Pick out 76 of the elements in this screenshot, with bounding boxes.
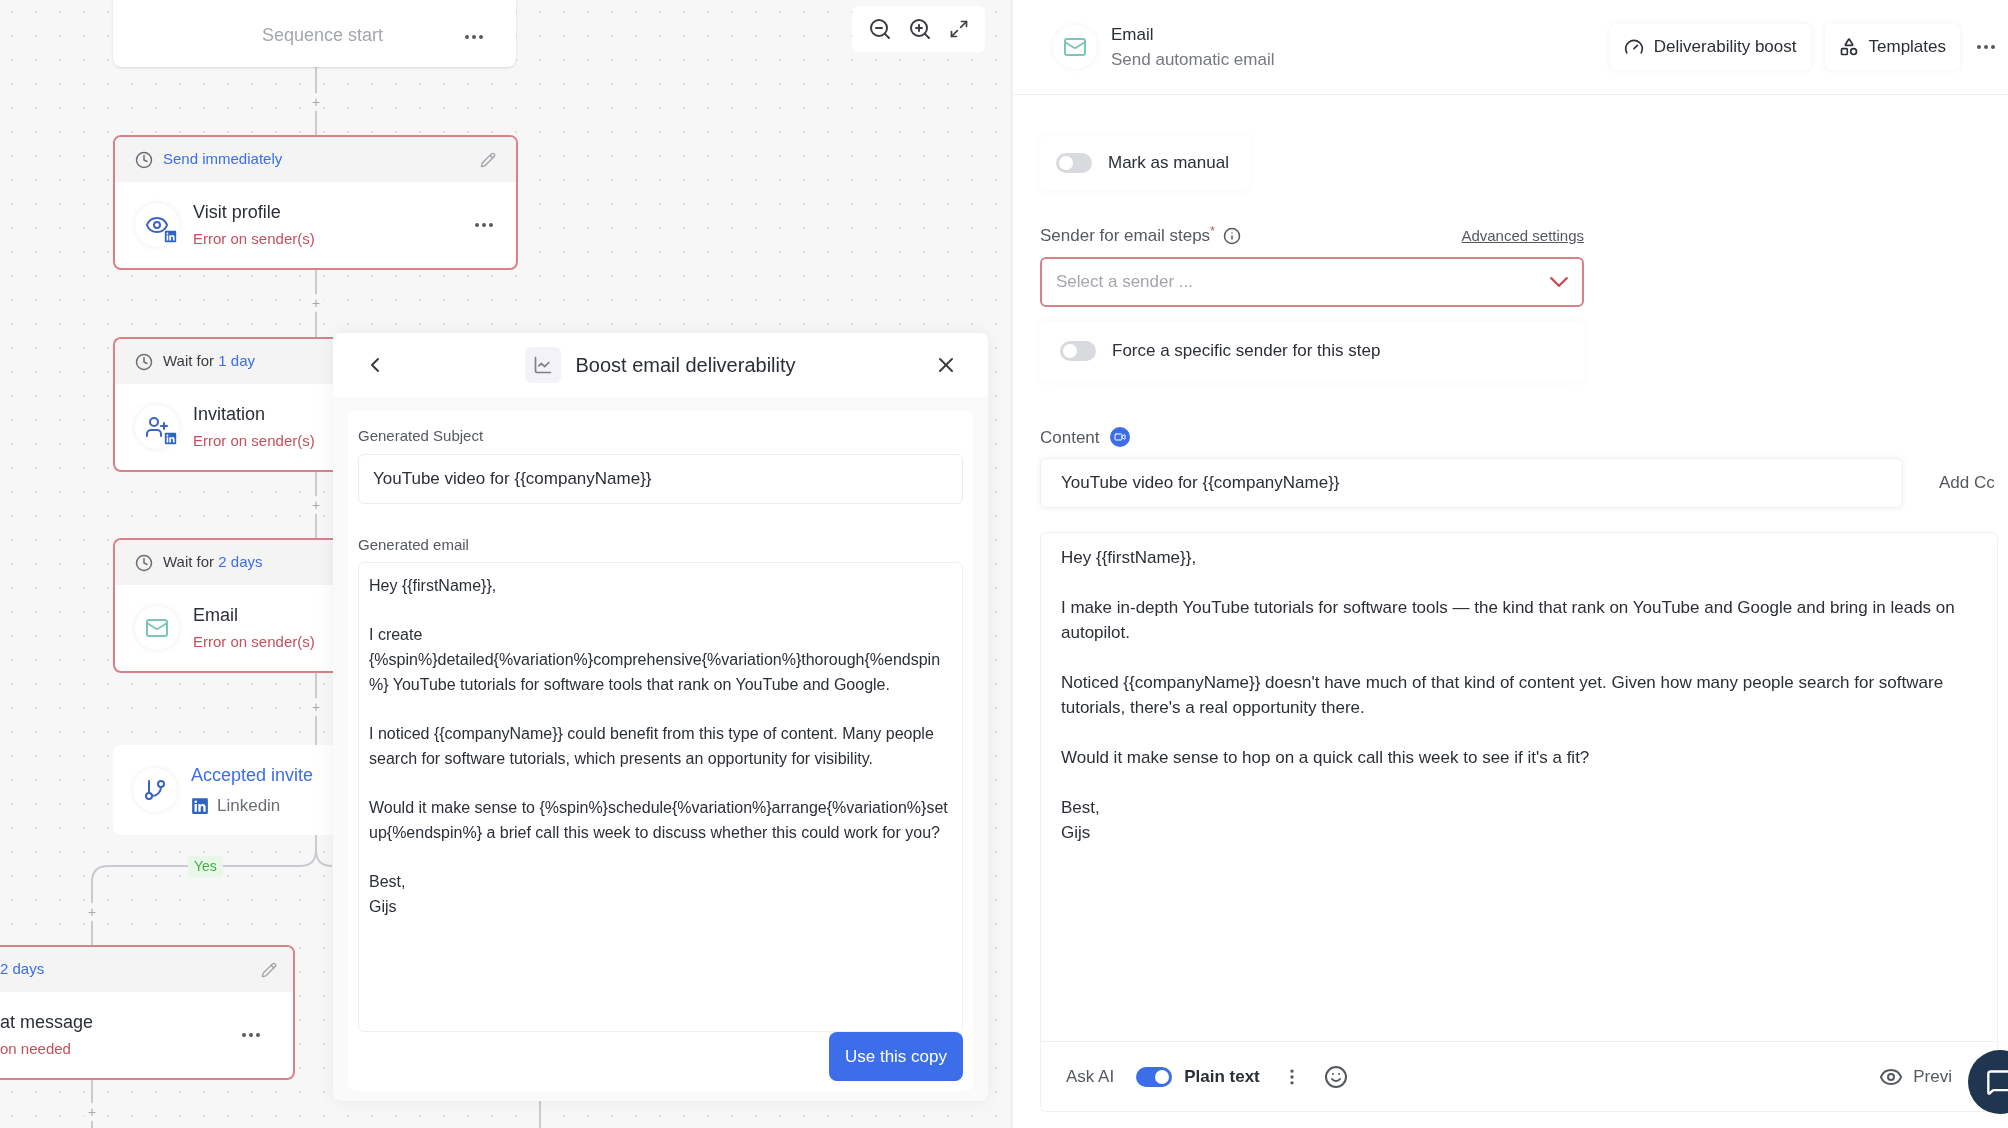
email-paragraph: I create {%spin%}detailed{%variation%}comprehensive{%variation%}thorough{%endspin%} YouTube tutorials for software tools that rank on YouTube and Google. (369, 625, 942, 695)
toggle-label: Mark as manual (1108, 152, 1229, 175)
dialog-title: Boost email deliverability (575, 353, 796, 378)
chart-icon (533, 355, 554, 375)
step-node[interactable]: Send immediately Visit profile Error on sender(s) (113, 135, 518, 270)
advanced-settings-link[interactable]: Advanced settings (1461, 224, 1584, 247)
channel-label: Linkedin (217, 794, 281, 817)
preview-button[interactable]: Previ (1879, 1063, 1952, 1090)
header-button[interactable]: Deliverability boost (1609, 24, 1811, 70)
step-title: Invitation (193, 403, 267, 427)
envelope-icon (1063, 35, 1087, 59)
zoom-out-icon[interactable] (868, 17, 893, 41)
clock-icon (135, 150, 153, 169)
step-title: at message (0, 1011, 95, 1035)
branch-icon (143, 778, 167, 802)
use-copy-button[interactable]: Use this copy (828, 1032, 963, 1081)
step-status: Error on sender(s) (193, 431, 315, 452)
branch-label: Yes (188, 856, 223, 877)
step-timing: Send immediately (163, 149, 284, 170)
step-timing: Wait for 2 days (163, 552, 264, 573)
toggle-switch[interactable] (1136, 1066, 1173, 1087)
linkedin-icon (164, 230, 177, 243)
email-paragraph: Would it make sense to hop on a quick call this week to see if it's a fit? (1061, 747, 1591, 769)
toggle-label: Force a specific sender for this step (1112, 339, 1381, 362)
email-paragraph: I make in-depth YouTube tutorials for software tools — the kind that rank on YouTube and Google and bring in leads on autopilot. (1061, 597, 1956, 644)
ask-ai-button[interactable]: Ask AI (1066, 1063, 1115, 1090)
toggle-switch[interactable] (1060, 340, 1096, 361)
clock-icon (135, 352, 153, 371)
step-title: Email (193, 604, 239, 628)
add-cc-button[interactable]: Add Cc (1939, 470, 1995, 496)
toggle-label: Plain text (1184, 1065, 1260, 1088)
field-label: Generated email (358, 534, 470, 555)
subject-field[interactable]: YouTube video for {{companyName}} (1040, 458, 1903, 508)
email-paragraph: Best, Gijs (1061, 797, 1101, 844)
chevron-down-icon (1550, 276, 1568, 287)
email-textarea[interactable] (358, 562, 963, 1032)
header-button[interactable]: Templates (1824, 24, 1960, 70)
email-paragraph: Hey {{firstName}}, (1061, 547, 1198, 569)
fit-screen-icon[interactable] (948, 19, 969, 39)
field-label: Content (1040, 426, 1100, 449)
panel-subtitle: Send automatic email (1111, 49, 1276, 71)
node-title: Sequence start (260, 24, 385, 47)
email-paragraph: Hey {{firstName}}, (369, 576, 498, 596)
toggle-switch[interactable] (1056, 153, 1092, 173)
email-paragraph: I noticed {{companyName}} could benefit from this type of content. Many people search for software tutorials, which presents an opportunity for visibility. (369, 724, 935, 769)
email-paragraph: Would it make sense to {%spin%}schedule{%variation%}arrange{%variation%}set up{%endspin%} a brief call this week to discuss whether this could work for you? (369, 798, 949, 843)
step-timing: Wait for 1 day (163, 351, 256, 372)
step-status: on needed (0, 1039, 72, 1060)
connector-line (539, 1099, 541, 1128)
email-paragraph: Noticed {{companyName}} doesn't have much of that kind of content yet. Given how many people search for software tutorials, there's a real opportunity there. (1061, 672, 1945, 719)
condition-node[interactable]: Accepted invite Linkedin (113, 745, 333, 835)
panel-title: Email (1111, 23, 1155, 46)
gauge-icon (1623, 37, 1644, 57)
step-title: Visit profile (193, 201, 282, 225)
field-label: Sender for email steps$^{*}$ (1040, 223, 1216, 247)
condition-title: Accepted invite (191, 763, 314, 787)
email-paragraph: Best, Gijs (369, 872, 407, 917)
clock-icon (135, 553, 153, 572)
field-label: Generated Subject (358, 426, 485, 446)
step-timing: 2 days (0, 959, 46, 980)
linkedin-icon (164, 432, 177, 445)
step-status: Error on sender(s) (193, 632, 315, 653)
video-icon[interactable] (1109, 427, 1130, 448)
step-status: Error on sender(s) (193, 229, 316, 250)
linkedin-icon (191, 796, 209, 815)
envelope-icon (145, 616, 169, 640)
shapes-icon (1838, 37, 1859, 57)
step-node[interactable]: Wait for 1 day Invitation Error on sender(s) (113, 337, 333, 472)
zoom-in-icon[interactable] (908, 17, 933, 41)
subject-field[interactable]: YouTube video for {{companyName}} (358, 453, 963, 504)
step-node[interactable]: Wait for 2 days Email Error on sender(s) (113, 538, 333, 673)
chat-icon (1986, 1068, 2008, 1096)
step-node[interactable]: 2 days at message on needed (0, 945, 295, 1080)
user-plus-icon (145, 415, 169, 439)
info-icon[interactable] (1223, 226, 1242, 245)
emoji-icon[interactable] (1323, 1064, 1348, 1089)
